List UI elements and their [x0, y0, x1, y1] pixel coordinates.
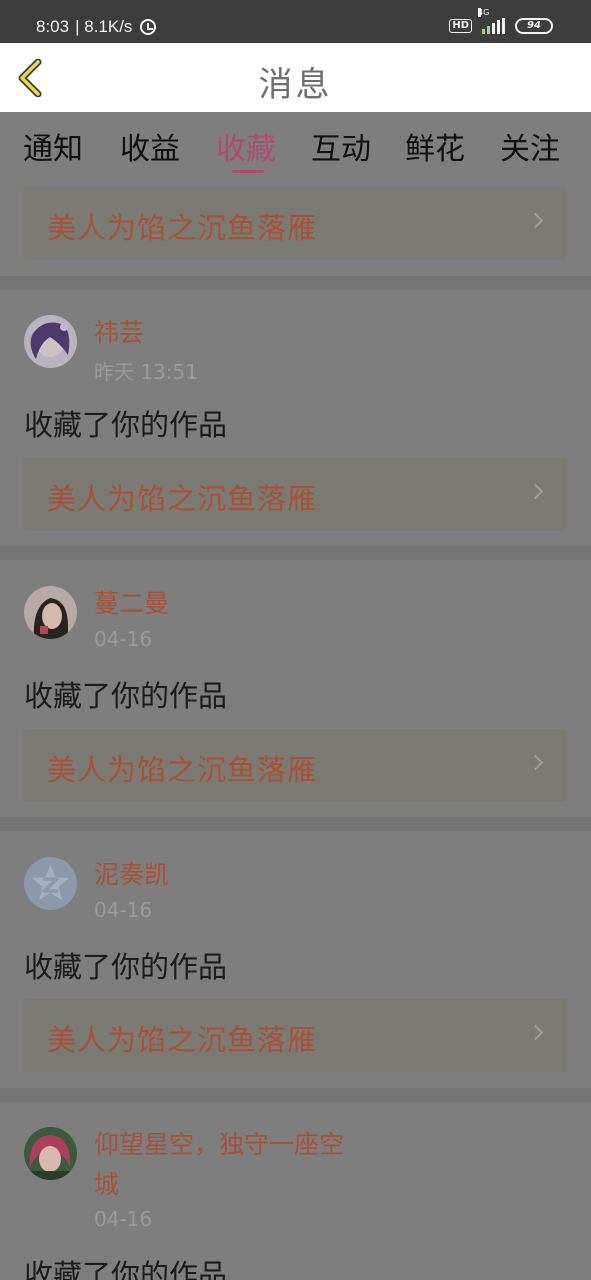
- status-bar: 8:03 | 8.1K/s HD 4G 94: [0, 0, 591, 43]
- tab-follows[interactable]: 关注: [500, 124, 560, 168]
- tab-interactions[interactable]: 互动: [311, 124, 371, 168]
- avatar[interactable]: [24, 1127, 77, 1180]
- hd-icon: HD: [449, 19, 472, 33]
- chevron-right-icon: [527, 483, 544, 500]
- divider: [0, 817, 591, 831]
- work-link[interactable]: 美人为馅之沉鱼落雁: [23, 458, 567, 531]
- work-title: 美人为馅之沉鱼落雁: [47, 211, 318, 245]
- divider: [0, 546, 591, 560]
- timestamp: 04-16: [94, 627, 153, 651]
- tab-earnings[interactable]: 收益: [120, 124, 180, 168]
- tab-flowers[interactable]: 鲜花: [405, 124, 465, 168]
- action-text: 收藏了你的作品: [24, 408, 228, 442]
- chevron-right-icon: [527, 1024, 544, 1041]
- user-name-continued[interactable]: 城: [94, 1166, 119, 1204]
- alarm-icon: [140, 19, 157, 35]
- tab-notifications[interactable]: 通知: [23, 124, 83, 168]
- page-title: 消息: [258, 65, 333, 105]
- signal-icon: 4G: [478, 8, 505, 34]
- action-text: 收藏了你的作品: [24, 950, 228, 984]
- chevron-right-icon: [527, 212, 544, 229]
- status-left: 8:03 | 8.1K/s: [36, 17, 157, 37]
- default-avatar-icon[interactable]: [24, 857, 77, 910]
- header: 消息: [0, 43, 591, 112]
- timestamp: 04-16: [94, 1207, 153, 1231]
- divider: [0, 276, 591, 290]
- work-link[interactable]: 美人为馅之沉鱼落雁: [23, 999, 567, 1072]
- user-name[interactable]: 仰望星空，独守一座空: [94, 1126, 344, 1164]
- action-text: 收藏了你的作品: [24, 679, 228, 713]
- avatar[interactable]: [24, 586, 77, 639]
- work-title: 美人为馅之沉鱼落雁: [47, 1023, 318, 1057]
- avatar[interactable]: [24, 315, 77, 368]
- user-name[interactable]: 蔓二曼: [94, 585, 169, 623]
- work-link[interactable]: 美人为馅之沉鱼落雁: [23, 729, 567, 802]
- chevron-right-icon: [527, 754, 544, 771]
- work-title: 美人为馅之沉鱼落雁: [47, 482, 318, 516]
- status-time: 8:03: [36, 17, 70, 36]
- user-name[interactable]: 泥奏凯: [94, 856, 169, 894]
- tab-favorites[interactable]: 收藏: [216, 124, 276, 168]
- battery-icon: 94: [515, 18, 553, 34]
- tab-bar: 通知 收益 收藏 互动 鲜花 关注: [0, 112, 591, 176]
- timestamp: 04-16: [94, 898, 153, 922]
- action-text: 收藏了你的作品: [24, 1258, 228, 1280]
- divider: [0, 1088, 591, 1102]
- work-link[interactable]: 美人为馅之沉鱼落雁: [23, 187, 567, 260]
- network-speed: | 8.1K/s: [75, 17, 133, 36]
- work-title: 美人为馅之沉鱼落雁: [47, 753, 318, 787]
- network-type: 4G: [478, 8, 490, 17]
- status-right: HD 4G 94: [449, 8, 553, 34]
- user-name[interactable]: 祎芸: [94, 314, 144, 352]
- timestamp: 昨天 13:51: [94, 360, 198, 384]
- active-tab-indicator: [232, 170, 264, 173]
- battery-level: 94: [527, 20, 541, 31]
